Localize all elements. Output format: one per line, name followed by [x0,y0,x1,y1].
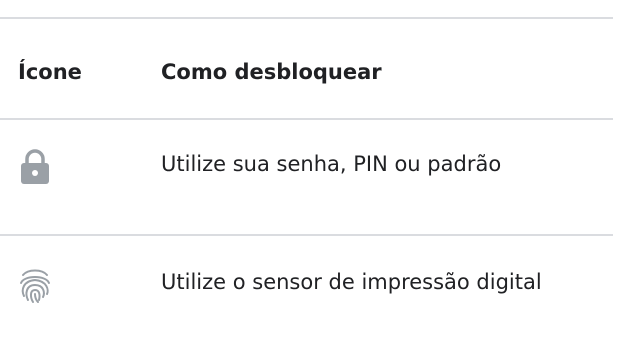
table-divider [0,234,613,236]
table-row: Utilize o sensor de impressão digital [0,256,613,316]
row-text: Utilize sua senha, PIN ou padrão [161,152,502,176]
table-top-divider [0,17,613,19]
fingerprint-icon [18,266,52,304]
table-row: Utilize sua senha, PIN ou padrão [0,140,613,200]
lock-icon [18,148,52,184]
header-method: Como desbloquear [161,60,382,84]
row-text: Utilize o sensor de impressão digital [161,270,542,294]
table-header-row: Ícone Como desbloquear [0,55,613,95]
table-divider [0,118,613,120]
header-icon: Ícone [18,60,82,84]
